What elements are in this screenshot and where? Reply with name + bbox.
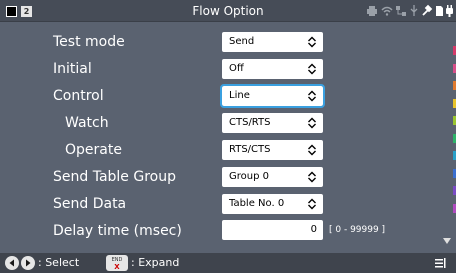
updown-chevron-icon [308, 171, 316, 183]
control-dropdown[interactable]: Line [220, 84, 325, 108]
operate-label: Operate [65, 142, 122, 158]
watch-dropdown[interactable]: CTS/RTS [222, 113, 323, 133]
network-icon [396, 6, 406, 16]
send-data-dropdown[interactable]: Table No. 0 [222, 194, 323, 214]
control-value: Line [229, 90, 250, 101]
printer-icon [367, 6, 377, 16]
delay-time-value: 0 [310, 224, 317, 235]
menu-icon[interactable] [434, 257, 446, 269]
operate-dropdown[interactable]: RTS/CTS [222, 140, 323, 160]
control-label: Control [53, 88, 104, 104]
expand-hint: : Expand [131, 256, 180, 269]
right-arrow-button[interactable] [21, 256, 35, 270]
watch-label: Watch [65, 115, 109, 131]
delay-time-label: Delay time (msec) [53, 223, 182, 239]
tool-icon [422, 4, 433, 16]
right-arrow-icon [26, 259, 31, 267]
send-table-group-label: Send Table Group [53, 169, 176, 185]
delay-time-input[interactable]: 0 [222, 220, 323, 240]
footer-bar: : Select END X : Expand [0, 253, 456, 273]
updown-chevron-icon [308, 36, 316, 48]
power-plug-icon [446, 5, 453, 17]
left-arrow-icon [9, 259, 14, 267]
initial-value: Off [229, 63, 244, 74]
test-mode-value: Send [229, 36, 255, 47]
usb-icon [410, 5, 418, 16]
updown-chevron-icon [308, 144, 316, 156]
watch-value: CTS/RTS [229, 117, 271, 128]
operate-value: RTS/CTS [229, 144, 271, 155]
title-bar: 2 Flow Option [0, 0, 456, 22]
updown-chevron-icon [308, 198, 316, 210]
send-table-group-dropdown[interactable]: Group 0 [222, 167, 323, 187]
scroll-down-arrow-icon[interactable] [443, 237, 451, 245]
send-data-value: Table No. 0 [229, 198, 285, 209]
left-arrow-button[interactable] [5, 256, 19, 270]
updown-chevron-icon [308, 117, 316, 129]
sd-card-icon [436, 6, 443, 16]
test-mode-dropdown[interactable]: Send [222, 32, 323, 52]
test-mode-label: Test mode [53, 34, 125, 50]
updown-chevron-icon [308, 63, 316, 75]
end-key-x: X [114, 263, 120, 271]
delay-range-hint: [ 0 - 99999 ] [329, 225, 386, 235]
select-hint: : Select [38, 256, 80, 269]
send-table-group-value: Group 0 [229, 171, 269, 182]
wifi-icon [381, 6, 393, 16]
updown-chevron-icon [308, 90, 316, 102]
send-data-label: Send Data [53, 196, 127, 212]
initial-label: Initial [53, 61, 92, 77]
end-key-button[interactable]: END X [106, 255, 128, 271]
initial-dropdown[interactable]: Off [222, 59, 323, 79]
